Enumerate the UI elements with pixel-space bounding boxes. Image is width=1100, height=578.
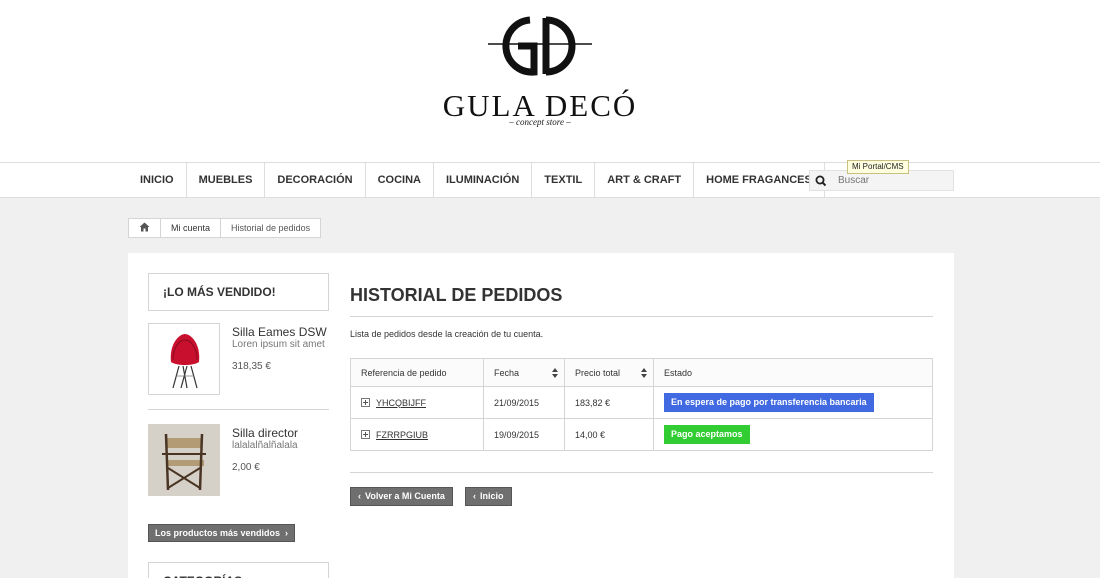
site-header: GULA DECÓ – concept store –	[0, 0, 1100, 162]
expand-icon[interactable]	[361, 397, 370, 407]
cell-reference: YHCQBIJFF	[350, 386, 484, 419]
nav-item-home-fragances[interactable]: HOME FRAGANCES	[694, 163, 825, 197]
back-to-account-button[interactable]: ‹ Volver a Mi Cuenta	[350, 487, 453, 506]
sort-icon	[552, 368, 558, 378]
best-seller-item[interactable]: Silla director lalalalñalñalala 2,00 €	[148, 409, 329, 509]
home-button-label: Inicio	[480, 491, 504, 501]
search-icon[interactable]	[814, 174, 828, 188]
nav-item-iluminacion[interactable]: ILUMINACIÓN	[434, 163, 533, 197]
chevron-left-icon: ‹	[358, 491, 361, 501]
main-content: ¡LO MÁS VENDIDO! Silla Eames DSW Loren i…	[128, 253, 954, 578]
search-input[interactable]	[838, 172, 950, 189]
cell-total: 183,82 €	[564, 386, 654, 419]
cell-status: En espera de pago por transferencia banc…	[653, 386, 933, 419]
best-seller-item[interactable]: Silla Eames DSW Loren ipsum sit amet 318…	[148, 323, 329, 408]
cell-total: 14,00 €	[564, 418, 654, 451]
logo[interactable]: GULA DECÓ – concept store –	[430, 4, 650, 148]
logo-subtitle: – concept store –	[509, 117, 571, 127]
column-header-total[interactable]: Precio total	[564, 358, 654, 387]
home-icon	[139, 222, 150, 232]
status-badge: En espera de pago por transferencia banc…	[664, 393, 874, 412]
table-row: YHCQBIJFF 21/09/2015 183,82 € En espera …	[350, 386, 933, 419]
product-price: 318,35 €	[232, 361, 271, 372]
intro-text: Lista de pedidos desde la creación de tu…	[350, 329, 544, 339]
cms-tooltip: Mi Portal/CMS	[847, 160, 909, 174]
page-title: HISTORIAL DE PEDIDOS	[350, 285, 563, 305]
home-button[interactable]: ‹ Inicio	[465, 487, 512, 506]
cell-reference: FZRRPGIUB	[350, 418, 484, 451]
cell-date: 21/09/2015	[483, 386, 565, 419]
best-sellers-title: ¡LO MÁS VENDIDO!	[148, 273, 329, 311]
breadcrumb: Mi cuenta Historial de pedidos	[128, 218, 322, 238]
product-description: lalalalñalñalala	[232, 440, 298, 451]
column-header-date[interactable]: Fecha	[483, 358, 565, 387]
breadcrumb-mi-cuenta[interactable]: Mi cuenta	[161, 219, 222, 237]
cell-date: 19/09/2015	[483, 418, 565, 451]
table-row: FZRRPGIUB 19/09/2015 14,00 € Pago acepta…	[350, 418, 933, 451]
product-image[interactable]	[148, 323, 220, 395]
divider	[350, 316, 933, 317]
orders-table: Referencia de pedido Fecha Precio total …	[350, 358, 933, 451]
product-image[interactable]	[148, 424, 220, 496]
column-header-reference: Referencia de pedido	[350, 358, 484, 387]
nav-item-inicio[interactable]: INICIO	[128, 163, 187, 197]
nav-item-cocina[interactable]: COCINA	[366, 163, 434, 197]
chevron-right-icon: ›	[282, 528, 289, 538]
sort-icon	[641, 368, 647, 378]
table-header-row: Referencia de pedido Fecha Precio total …	[350, 358, 933, 387]
expand-icon[interactable]	[361, 429, 370, 439]
product-description: Loren ipsum sit amet	[232, 339, 325, 350]
order-reference-link[interactable]: YHCQBIJFF	[376, 398, 426, 408]
nav-item-art-craft[interactable]: ART & CRAFT	[595, 163, 695, 197]
categories-title: CATEGORÍAS	[148, 562, 329, 578]
back-button-label: Volver a Mi Cuenta	[365, 491, 445, 501]
breadcrumb-current: Historial de pedidos	[231, 223, 311, 233]
column-header-status: Estado	[653, 358, 933, 387]
nav-item-muebles[interactable]: MUEBLES	[187, 163, 266, 197]
product-name[interactable]: Silla Eames DSW	[232, 325, 327, 339]
logo-monogram-icon	[488, 16, 592, 76]
breadcrumb-home[interactable]	[129, 219, 161, 237]
order-reference-link[interactable]: FZRRPGIUB	[376, 430, 428, 440]
nav-item-decoracion[interactable]: DECORACIÓN	[265, 163, 366, 197]
nav-item-textil[interactable]: TEXTIL	[532, 163, 596, 197]
status-badge: Pago aceptamos	[664, 425, 750, 444]
product-price: 2,00 €	[232, 462, 260, 473]
cell-status: Pago aceptamos	[653, 418, 933, 451]
product-name[interactable]: Silla director	[232, 426, 298, 440]
best-sellers-button[interactable]: Los productos más vendidos ›	[148, 524, 296, 542]
main-nav: INICIO MUEBLES DECORACIÓN COCINA ILUMINA…	[0, 162, 1100, 198]
chevron-left-icon: ‹	[473, 491, 476, 501]
nav-menu: INICIO MUEBLES DECORACIÓN COCINA ILUMINA…	[128, 163, 825, 197]
best-sellers-label: Los productos más vendidos	[155, 528, 281, 538]
divider	[350, 472, 933, 473]
